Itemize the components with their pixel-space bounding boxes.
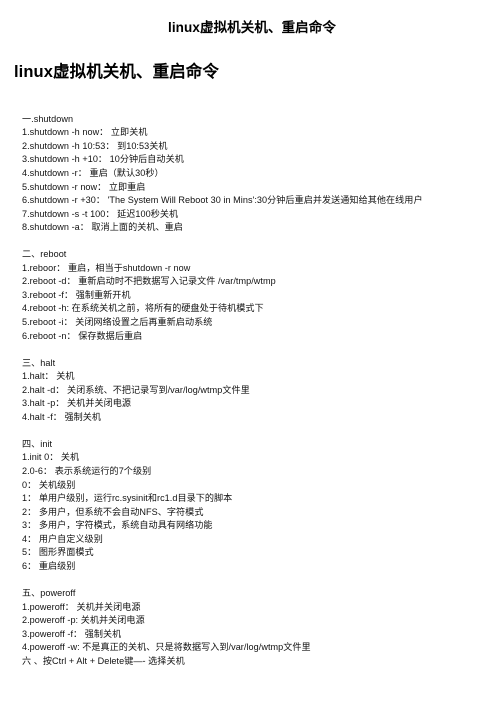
- article-heading: linux虚拟机关机、重启命令: [14, 63, 220, 82]
- body-line: 0： 关机级别: [22, 479, 76, 490]
- body-line: 一.shutdown: [22, 113, 74, 124]
- body-line: 1.halt： 关机: [22, 371, 75, 382]
- body-line: 4.shutdown -r： 重启（默认30秒）: [22, 168, 164, 178]
- body-line: 4.halt -f： 强制关机: [22, 411, 102, 422]
- body-line: 7.shutdown -s -t 100： 延迟100秒关机: [22, 208, 179, 219]
- body-line: 四、init: [22, 438, 53, 449]
- body-line: 5.shutdown -r now： 立即重启: [22, 181, 146, 192]
- body-line: 1.poweroff： 关机并关闭电源: [22, 601, 141, 612]
- body-line: 1.init 0： 关机: [22, 452, 80, 463]
- body-line: 2.shutdown -h 10:53： 到10:53关机: [22, 140, 168, 151]
- body-line: 5.reboot -i： 关闭网络设置之后再重新启动系统: [22, 317, 213, 328]
- body-line: 8.shutdown -a： 取消上面的关机、重启: [22, 222, 183, 233]
- body-line: 2.0-6： 表示系统运行的7个级别: [22, 466, 152, 477]
- body-line: 1.shutdown -h now： 立即关机: [22, 127, 148, 138]
- body-line: 2.halt -d： 关闭系统、不把记录写到/var/log/wtmp文件里: [22, 384, 250, 395]
- body-line: 3.shutdown -h +10： 10分钟后自动关机: [22, 154, 184, 165]
- page-title: linux虚拟机关机、重启命令: [167, 20, 336, 35]
- article-body: 一.shutdown 1.shutdown -h now： 立即关机 2.shutd…: [0, 83, 504, 668]
- body-line: 1： 单用户级别，运行rc.sysinit和rc1.d目录下的脚本: [22, 493, 233, 504]
- body-line: 6.shutdown -r +30： 'The System Will Rebo…: [22, 195, 423, 206]
- body-line: 三、halt: [22, 357, 56, 368]
- document-page: linux虚拟机关机、重启命令 linux虚拟机关机、重启命令 一.shutdo…: [0, 0, 504, 713]
- body-line: 二、reboot: [22, 249, 67, 260]
- body-line: 6.reboot -n： 保存数据后重启: [22, 330, 143, 341]
- body-line: 六 、按Ctrl + Alt + Delete键—- 选择关机: [22, 655, 185, 666]
- body-line: 2： 多用户，但系统不会自动NFS、字符模式: [22, 506, 204, 517]
- body-line: 五、poweroff: [22, 587, 76, 598]
- body-line: 3.poweroff -f： 强制关机: [22, 628, 122, 639]
- body-line: 4.reboot -h: 在系统关机之前，将所有的硬盘处于待机模式下: [22, 303, 264, 314]
- body-line: 2.poweroff -p: 关机并关闭电源: [22, 615, 145, 626]
- body-line: 2.reboot -d： 重新启动时不把数据写入记录文件 /var/tmp/wt…: [22, 276, 276, 287]
- body-line: 3.reboot -f： 强制重新开机: [22, 289, 131, 300]
- body-line: 6： 重启级别: [22, 560, 76, 571]
- body-line: 4： 用户自定义级别: [22, 533, 103, 544]
- body-line: 1.reboor： 重启，相当于shutdown -r now: [22, 262, 191, 273]
- body-line: 5： 图形界面模式: [22, 547, 94, 558]
- body-line: 3.halt -p： 关机并关闭电源: [22, 398, 132, 409]
- body-line: 4.poweroff -w: 不是真正的关机、只是将数据写入到/var/log/…: [22, 642, 311, 653]
- body-line: 3： 多用户，字符模式，系统自动具有网络功能: [22, 520, 213, 531]
